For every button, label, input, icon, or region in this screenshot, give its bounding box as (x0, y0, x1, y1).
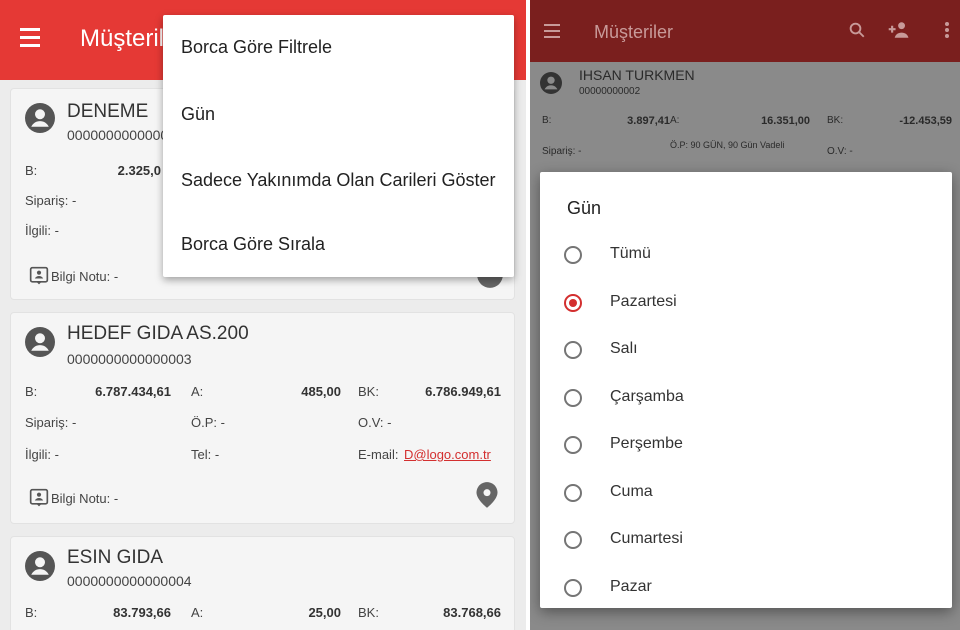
radio-option-label: Çarşamba (610, 387, 684, 405)
payment-plan: Ö.P: 90 GÜN, 90 Gün Vadeli (670, 140, 785, 150)
radio-option[interactable]: Pazartesi (564, 288, 924, 318)
location-pin-icon[interactable] (473, 481, 501, 509)
search-icon[interactable] (848, 21, 866, 39)
customer-card: IHSAN TURKMEN 00000000002 B: 3.897,41 A:… (530, 62, 960, 172)
radio-option[interactable]: Pazar (564, 573, 924, 603)
radio-button[interactable] (564, 388, 582, 407)
person-icon (25, 103, 55, 133)
customer-name: ESIN GIDA (67, 547, 164, 568)
info-note: Bilgi Notu: - (51, 269, 119, 284)
radio-button[interactable] (564, 578, 582, 597)
right-screen: Müşteriler IHSAN TURKMEN 00000000002 B: … (530, 0, 960, 630)
radio-option-label: Pazartesi (610, 292, 677, 310)
person-icon (540, 72, 562, 94)
due-date: O.V: - (827, 146, 853, 157)
receivable-label: A: (191, 384, 204, 399)
balance-value: 2.325,0 (117, 163, 161, 178)
net-balance-label: BK: (358, 384, 379, 399)
customer-name: IHSAN TURKMEN (579, 67, 695, 83)
menu-item-filter-by-debt[interactable]: Borca Göre Filtrele (181, 37, 332, 58)
order-info: Sipariş: - (542, 146, 582, 157)
dialog-title: Gün (567, 198, 602, 218)
left-screen: Müşteriler DENEME 0000000000000 B: 2.325… (0, 0, 526, 630)
email-label: E-mail: (358, 447, 399, 462)
day-filter-dialog: Gün Tümü Pazartesi Salı Çarşamba Perşembe Cum… (540, 172, 952, 608)
menu-icon[interactable] (544, 24, 562, 38)
net-balance-value: -12.453,59 (899, 115, 952, 127)
app-bar: Müşteriler (530, 0, 960, 62)
balance-value: 3.897,41 (627, 115, 670, 127)
radio-option[interactable]: Cuma (564, 478, 924, 508)
more-vert-icon[interactable] (944, 21, 950, 39)
radio-option[interactable]: Çarşamba (564, 383, 924, 413)
radio-option[interactable]: Cumartesi (564, 525, 924, 555)
balance-label: B: (25, 384, 38, 399)
customer-code: 0000000000000003 (67, 351, 192, 367)
customer-name: HEDEF GIDA AS.200 (67, 323, 249, 344)
menu-item-sort-by-debt[interactable]: Borca Göre Sırala (181, 234, 325, 255)
contact-info: İlgili: - (25, 223, 59, 238)
radio-option[interactable]: Salı (564, 335, 924, 365)
contact-info: İlgili: - (25, 447, 59, 462)
menu-item-show-nearby[interactable]: Sadece Yakınımda Olan Carileri Göster (181, 170, 495, 191)
balance-value: 6.787.434,61 (95, 384, 171, 399)
radio-button[interactable] (564, 436, 582, 454)
payment-plan: Ö.P: - (191, 415, 225, 430)
receivable-value: 25,00 (308, 605, 341, 620)
receivable-value: 16.351,00 (761, 115, 810, 127)
customer-card[interactable]: HEDEF GIDA AS.200 0000000000000003 B: 6.… (10, 312, 515, 524)
radio-option-label: Tümü (610, 245, 651, 262)
net-balance-label: BK: (827, 115, 844, 126)
radio-option-label: Cumartesi (610, 530, 683, 547)
note-icon[interactable] (29, 488, 49, 508)
due-date: O.V: - (358, 415, 392, 430)
radio-option[interactable]: Tümü (564, 240, 924, 270)
radio-option-label: Cuma (610, 482, 653, 500)
radio-option-label: Perşembe (610, 435, 683, 452)
menu-icon[interactable] (20, 28, 42, 48)
order-info: Sipariş: - (25, 415, 77, 430)
radio-button[interactable] (564, 483, 582, 502)
receivable-value: 485,00 (301, 384, 341, 399)
balance-label: B: (25, 163, 38, 178)
customer-name: DENEME (67, 101, 149, 122)
add-person-icon[interactable] (887, 21, 911, 39)
receivable-label: A: (191, 605, 204, 620)
customer-code: 0000000000000 (67, 127, 169, 143)
radio-option-label: Pazar (610, 577, 652, 595)
balance-label: B: (542, 115, 552, 126)
receivable-label: A: (670, 115, 680, 126)
page-title: Müşteriler (594, 22, 674, 42)
order-info: Sipariş: - (25, 193, 77, 208)
radio-button[interactable] (564, 293, 582, 312)
person-icon (25, 551, 55, 581)
customer-card[interactable]: ESIN GIDA 0000000000000004 B: 83.793,66 … (10, 536, 515, 630)
overflow-menu: Borca Göre Filtrele Gün Sadece Yakınımda… (163, 15, 514, 277)
radio-option[interactable]: Perşembe (564, 430, 924, 460)
net-balance-label: BK: (358, 605, 379, 620)
balance-label: B: (25, 605, 38, 620)
radio-button[interactable] (564, 246, 582, 264)
email-link[interactable]: D@logo.com.tr (404, 447, 491, 462)
person-icon (25, 327, 55, 357)
balance-value: 83.793,66 (113, 605, 171, 620)
customer-code: 0000000000000004 (67, 573, 192, 589)
customer-code: 00000000002 (579, 86, 641, 97)
note-icon[interactable] (29, 266, 49, 286)
phone-info: Tel: - (191, 447, 220, 462)
radio-button[interactable] (564, 531, 582, 549)
info-note: Bilgi Notu: - (51, 491, 119, 506)
net-balance-value: 6.786.949,61 (425, 384, 501, 399)
menu-item-day[interactable]: Gün (181, 104, 215, 125)
radio-option-label: Salı (610, 340, 638, 357)
radio-button[interactable] (564, 341, 582, 359)
net-balance-value: 83.768,66 (443, 605, 501, 620)
